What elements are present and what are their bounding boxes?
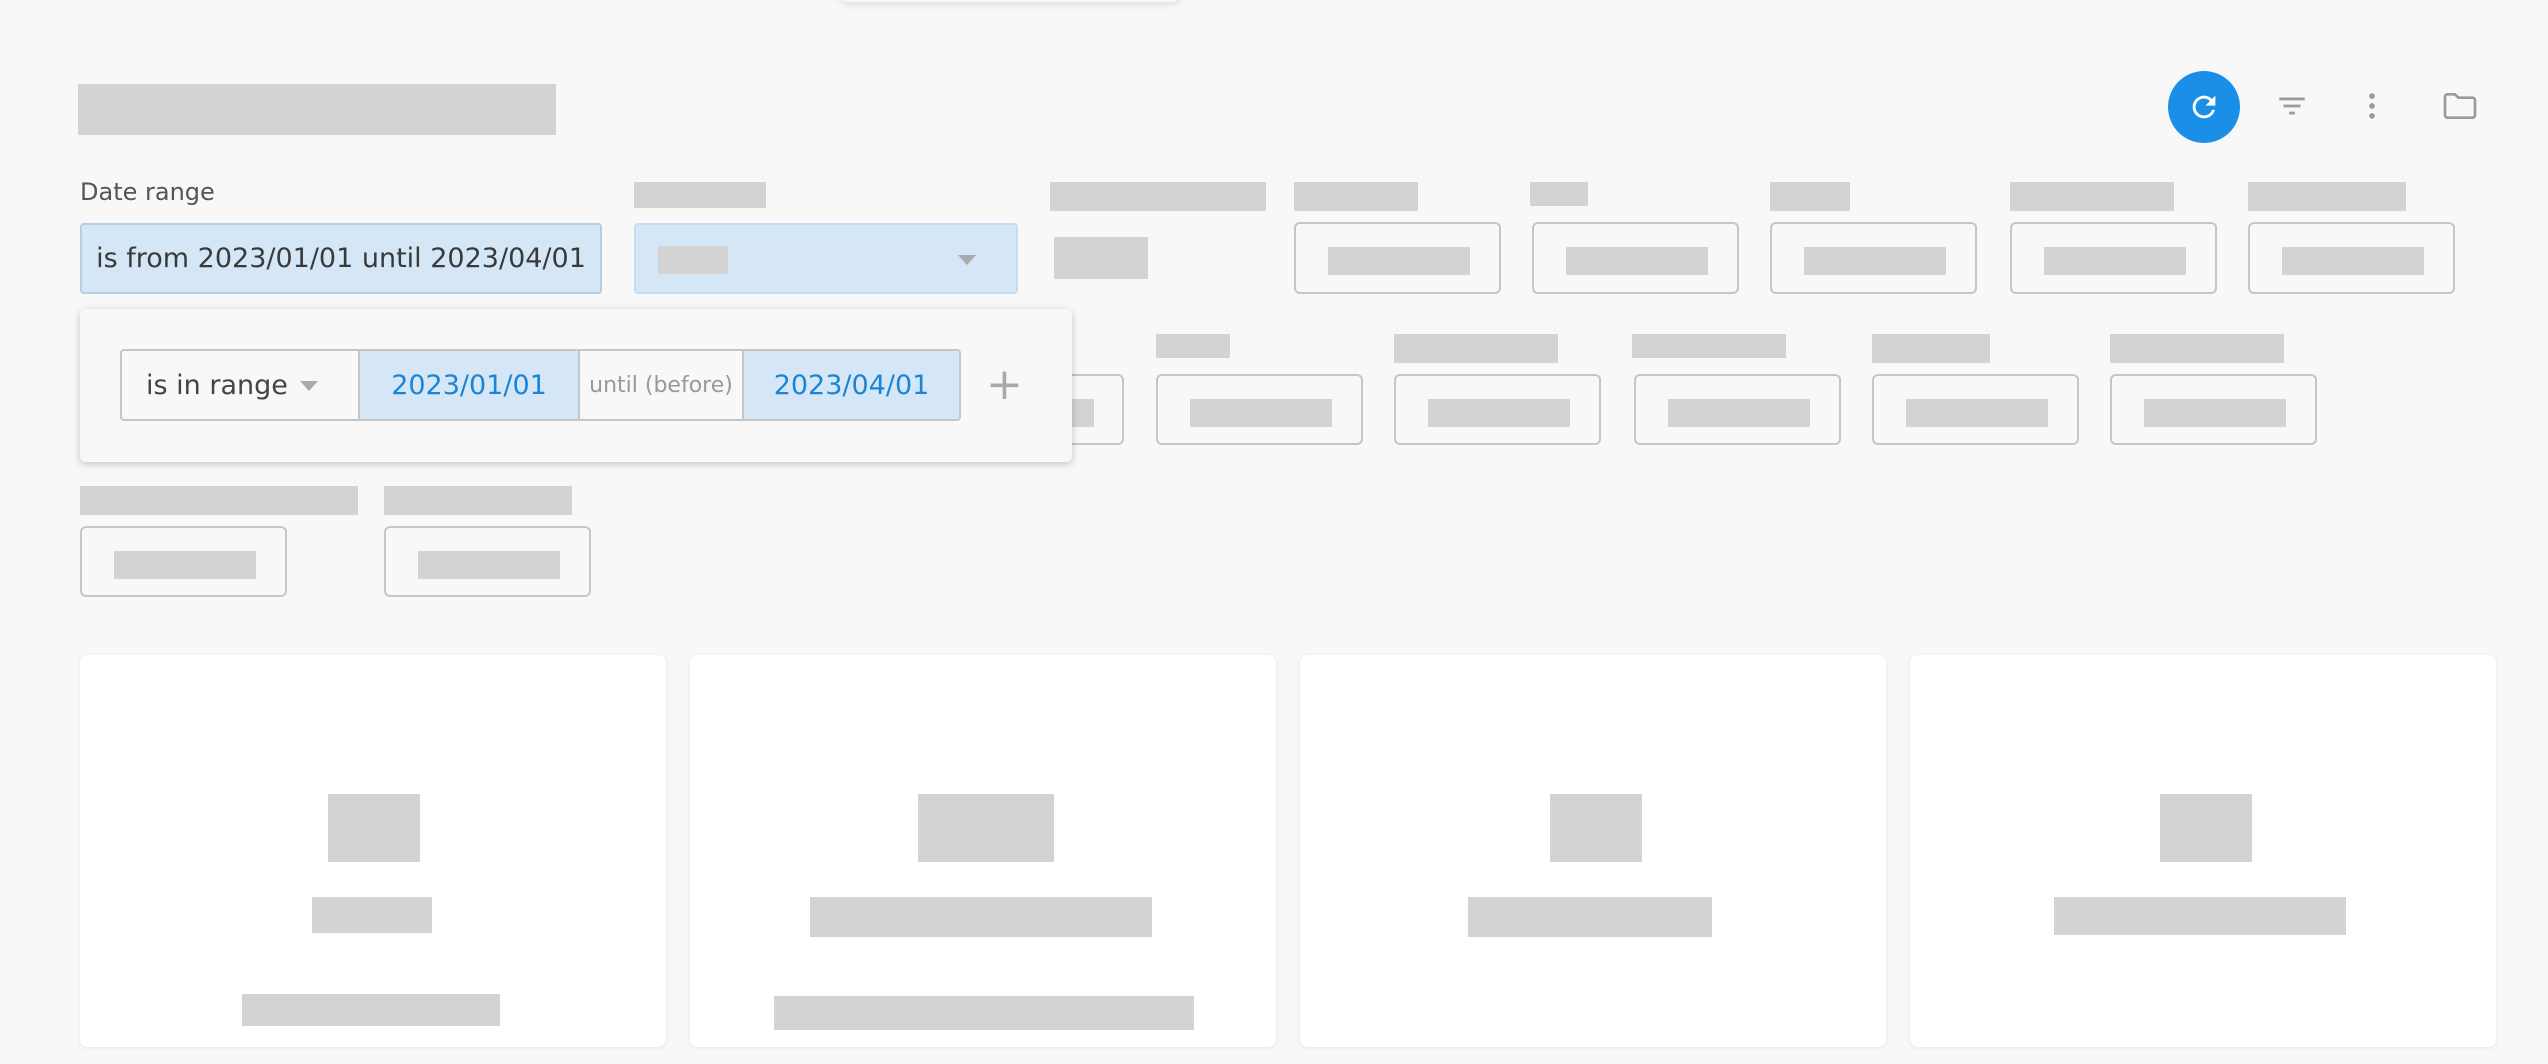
select-value-placeholder <box>658 246 728 274</box>
card-image-placeholder <box>918 794 1054 862</box>
filter-field[interactable] <box>1872 374 2079 445</box>
range-separator: until (before) <box>578 351 744 419</box>
folder-button[interactable] <box>2430 76 2490 136</box>
range-operator-select[interactable]: is in range <box>122 351 360 419</box>
card-title-placeholder <box>1468 897 1712 937</box>
date-range-label: Date range <box>80 178 215 206</box>
range-end-input[interactable]: 2023/04/01 <box>744 351 959 419</box>
card[interactable] <box>1300 655 1886 1047</box>
card-subtitle-placeholder <box>774 996 1194 1030</box>
date-range-editor: is in range 2023/01/01 until (before) 20… <box>120 349 961 421</box>
range-operator-label: is in range <box>146 369 288 401</box>
page-title-placeholder <box>78 84 556 135</box>
filter-field[interactable] <box>2010 222 2217 294</box>
filter-label-placeholder <box>80 486 358 515</box>
card[interactable] <box>1910 655 2496 1047</box>
range-start-input[interactable]: 2023/01/01 <box>360 351 578 419</box>
filter-field[interactable] <box>1294 222 1501 294</box>
filter-field[interactable] <box>1394 374 1601 445</box>
card-title-placeholder <box>2054 897 2346 935</box>
refresh-button[interactable] <box>2168 71 2240 143</box>
filter-label-placeholder <box>1394 334 1558 363</box>
filter-field[interactable] <box>1532 222 1739 294</box>
card-image-placeholder <box>328 794 420 862</box>
card-title-placeholder <box>810 897 1152 937</box>
refresh-icon <box>2192 95 2216 119</box>
filter-field[interactable] <box>80 526 287 597</box>
filter-label-placeholder <box>634 182 766 208</box>
card-image-placeholder <box>2160 794 2252 862</box>
filter-label-placeholder <box>1770 182 1850 211</box>
date-range-summary: is from 2023/01/01 until 2023/04/01 <box>96 243 586 274</box>
more-options-button[interactable] <box>2342 76 2402 136</box>
filter-field[interactable] <box>2110 374 2317 445</box>
card-title-placeholder <box>312 897 432 933</box>
chevron-down-icon <box>958 255 976 265</box>
filter-select-field[interactable] <box>634 223 1018 294</box>
more-vertical-icon <box>2369 93 2375 119</box>
filter-label-placeholder <box>384 486 572 515</box>
folder-icon <box>2443 93 2477 119</box>
card-subtitle-placeholder <box>242 994 500 1026</box>
filter-label-placeholder <box>1050 182 1266 211</box>
date-range-field[interactable]: is from 2023/01/01 until 2023/04/01 <box>80 223 602 294</box>
filter-field[interactable] <box>1770 222 1977 294</box>
add-range-button[interactable]: + <box>986 357 1023 413</box>
filter-label-placeholder <box>1632 334 1786 358</box>
filter-field[interactable] <box>2248 222 2455 294</box>
filter-label-placeholder <box>2248 182 2406 211</box>
chevron-down-icon <box>300 381 318 391</box>
filter-label-placeholder <box>1156 334 1230 358</box>
filter-field[interactable] <box>1156 374 1363 445</box>
top-tab-shadow <box>840 0 1180 2</box>
filter-button[interactable] <box>2262 76 2322 136</box>
filter-label-placeholder <box>2110 334 2284 363</box>
filter-label-placeholder <box>1872 334 1990 363</box>
date-range-popover: is in range 2023/01/01 until (before) 20… <box>80 309 1072 462</box>
filter-field[interactable] <box>1634 374 1841 445</box>
card[interactable] <box>80 655 666 1047</box>
card-image-placeholder <box>1550 794 1642 862</box>
filter-label-placeholder <box>2010 182 2174 211</box>
filter-value-placeholder <box>1054 237 1148 279</box>
filter-label-placeholder <box>1294 182 1418 211</box>
card[interactable] <box>690 655 1276 1047</box>
filter-icon <box>2279 97 2305 115</box>
filter-field[interactable] <box>384 526 591 597</box>
filter-label-placeholder <box>1530 182 1588 206</box>
